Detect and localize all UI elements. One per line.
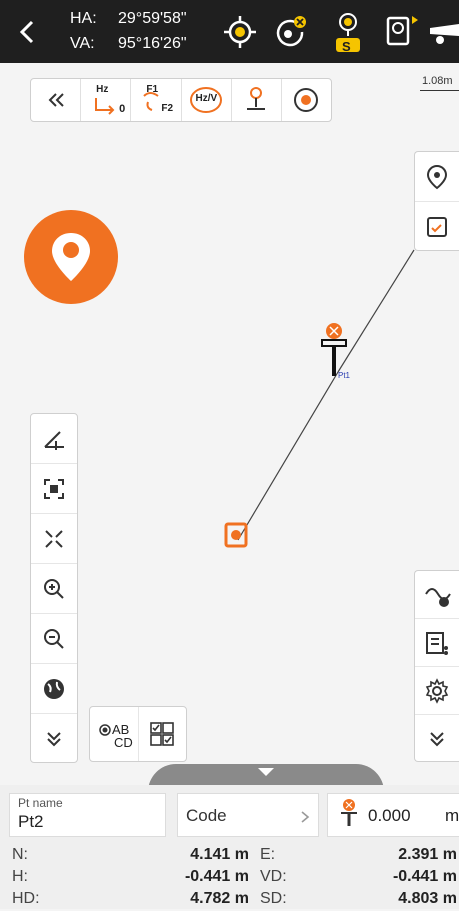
point-label-toggle-button[interactable]: AB CD: [90, 707, 139, 761]
curve-settings-icon: [425, 587, 451, 607]
prism-pole-icon: [341, 799, 357, 826]
save-button[interactable]: [415, 202, 459, 252]
line-to-station: [237, 371, 339, 541]
basemap-button[interactable]: [31, 664, 77, 714]
e-value: 2.391 m: [398, 846, 457, 863]
point-label: Pt1: [338, 371, 351, 380]
left-tool-panel: [30, 413, 78, 763]
prism-point-icon: [321, 323, 347, 376]
measure-angle-icon: [44, 430, 64, 450]
pt-name-field[interactable]: Pt name Pt2: [9, 793, 166, 837]
target-height-value: 0.000: [368, 806, 411, 825]
measurement-row-2: H: -0.441 m VD: -0.441 m: [0, 865, 459, 889]
right-top-panel: [414, 151, 459, 251]
sd-label: SD:: [260, 890, 287, 907]
measurement-row-1: N: 4.141 m E: 2.391 m: [0, 843, 459, 867]
label-tools-panel: AB CD: [89, 706, 187, 762]
gear-icon: [425, 677, 449, 704]
fit-view-button[interactable]: [31, 464, 77, 514]
h-label: H:: [12, 868, 28, 885]
label-cd: CD: [114, 735, 133, 750]
sd-value: 4.803 m: [398, 890, 457, 907]
measurement-row-3: HD: 4.782 m SD: 4.803 m: [0, 887, 459, 911]
station-marker-icon: [224, 522, 248, 548]
chevron-down-icon: [258, 768, 274, 776]
hd-label: HD:: [12, 890, 40, 907]
measure-tool-button[interactable]: [31, 414, 77, 464]
measurement-sheet: Pt name Pt2 Code 0.000 m N: 4.141 m E: 2…: [0, 785, 459, 909]
n-label: N:: [12, 846, 28, 863]
n-value: 4.141 m: [190, 846, 249, 863]
expand-right-panel-button[interactable]: [415, 715, 459, 763]
chevron-right-icon: [301, 811, 310, 823]
save-check-icon: [427, 217, 447, 237]
zoom-in-icon: [44, 578, 64, 599]
expand-left-panel-button[interactable]: [31, 714, 77, 764]
target-height-field[interactable]: 0.000 m: [327, 793, 459, 837]
right-bottom-panel: [414, 570, 459, 762]
code-placeholder: Code: [186, 806, 227, 825]
settings-button[interactable]: [415, 667, 459, 715]
zoom-out-icon: [44, 628, 64, 649]
pt-name-value: Pt2: [18, 812, 44, 831]
layer-check-button[interactable]: [139, 707, 187, 761]
zoom-extent-button[interactable]: [31, 514, 77, 564]
location-pin-icon: [426, 164, 448, 189]
layer-list-button[interactable]: [415, 619, 459, 667]
vd-value: -0.441 m: [392, 868, 457, 885]
add-point-button[interactable]: [24, 210, 118, 304]
zoom-out-button[interactable]: [31, 614, 77, 664]
line-settings-button[interactable]: [415, 571, 459, 619]
double-chevron-down-icon: [430, 732, 444, 747]
zoom-in-button[interactable]: [31, 564, 77, 614]
checklist-grid-icon: [150, 722, 175, 746]
hd-value: 4.782 m: [190, 890, 249, 907]
stakeout-point-button[interactable]: [415, 152, 459, 202]
fit-frame-icon: [44, 478, 64, 499]
h-value: -0.441 m: [184, 868, 249, 885]
collapse-arrows-icon: [45, 529, 63, 548]
pt-name-label: Pt name: [18, 796, 63, 810]
code-field[interactable]: Code: [177, 793, 319, 837]
label-dot-icon: [99, 724, 111, 736]
layer-list-icon: [426, 631, 448, 655]
globe-icon: [44, 678, 64, 699]
line-to-right: [337, 249, 415, 373]
target-height-unit: m: [445, 806, 459, 825]
map-pin-icon: [52, 233, 90, 281]
double-chevron-down-icon: [47, 732, 61, 747]
vd-label: VD:: [260, 868, 287, 885]
e-label: E:: [260, 846, 276, 863]
